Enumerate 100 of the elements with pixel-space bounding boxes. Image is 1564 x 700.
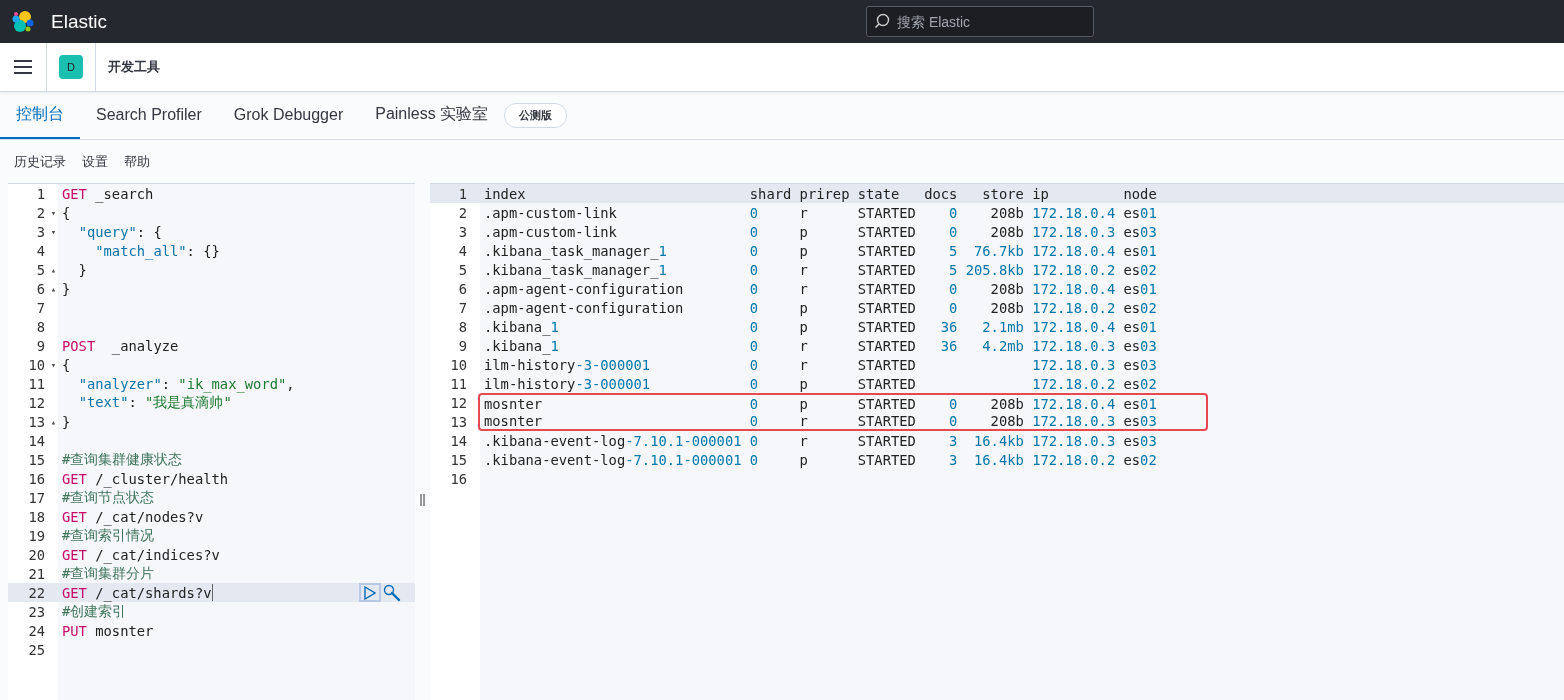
fold-marker[interactable]: ▴ [50,264,57,275]
code-line: "match_all": {} [94,242,220,259]
output-cell: STARTED [857,318,916,335]
line-number: 9 [36,337,45,354]
fold-marker[interactable]: ▾ [50,207,57,218]
output-cell: 3 [949,451,958,468]
output-cell: STARTED [857,242,916,259]
code-line: } [62,413,71,430]
output-cell: 172.18.0.3 [1032,432,1116,449]
code-line: #查询节点状态 [62,488,155,507]
line-number: 11 [28,375,45,392]
output-cell: 16.4kb [974,432,1024,449]
menu-link[interactable]: 设置 [76,152,114,171]
output-cell: mosnter [484,395,543,412]
output-cell: 172.18.0.4 [1032,280,1116,297]
output-cell: STARTED [857,299,916,316]
code-line: } [62,280,71,297]
line-number: 13 [28,413,45,430]
output-cell: es02 [1123,375,1157,392]
output-cell: 172.18.0.2 [1032,375,1116,392]
output-cell: r [799,412,808,429]
menu-link[interactable]: 帮助 [118,152,156,171]
output-cell: p [799,242,808,259]
output-cell: 0 [749,261,759,278]
output-cell: 0 [949,280,958,297]
fold-marker[interactable]: ▴ [50,416,57,427]
output-cell: 0 [749,280,759,297]
output-cell: 208b [990,223,1024,240]
line-number: 1 [458,185,467,202]
output-cell: p [799,299,808,316]
output-cell: mosnter [484,412,543,429]
line-number: 10 [28,356,45,373]
output-cell: 172.18.0.2 [1032,261,1116,278]
output-cell: index [484,185,526,202]
code-line: GET /_cat/nodes?v [62,508,204,525]
output-cell: STARTED [857,223,916,240]
output-cell: 208b [990,412,1024,429]
output-cell: 0 [749,356,759,373]
code-line: "analyzer": "ik_max_word", [77,375,295,392]
line-number: 11 [450,375,467,392]
output-cell: 172.18.0.2 [1032,299,1116,316]
output-cell: 16.4kb [974,451,1024,468]
output-cell: STARTED [857,432,916,449]
line-number: 16 [450,470,467,487]
output-cell: 0 [949,223,958,240]
output-cell: prirep [799,185,850,202]
search-icon [874,13,890,29]
output-cell: 172.18.0.3 [1032,337,1116,354]
resize-handle-icon[interactable] [420,493,425,506]
code-line: #查询集群健康状态 [62,450,183,469]
line-number: 14 [28,432,45,449]
line-number: 15 [28,451,45,468]
tab[interactable]: Painless 实验室 [359,92,505,139]
play-button[interactable] [359,583,381,602]
code-line: #查询集群分片 [62,564,155,583]
logo-icon[interactable] [11,9,35,34]
output-cell: 0 [749,432,759,449]
code-line: "text": "我是真滴帅" [77,393,232,412]
line-number: 3 [458,223,467,240]
fold-marker[interactable]: ▾ [50,359,57,370]
output-cell: 0 [749,375,759,392]
output-cell: 172.18.0.4 [1032,204,1116,221]
output-cell: 0 [949,412,958,429]
output-cell: 172.18.0.3 [1032,356,1116,373]
output-cell: r [799,280,808,297]
line-number: 15 [450,451,467,468]
output-cell: 172.18.0.4 [1032,395,1116,412]
output-cell: state [857,185,900,202]
tab[interactable]: Grok Debugger [217,92,360,139]
output-cell: ip [1032,185,1049,202]
output-cell: es03 [1123,337,1157,354]
fold-marker[interactable]: ▴ [50,283,57,294]
tab[interactable]: Search Profiler [80,92,218,139]
output-cell: 0 [749,451,759,468]
tab[interactable]: 控制台 [0,92,80,139]
line-number: 8 [36,318,45,335]
output-cell: .kibana-event-log-7.10.1-000001 [484,451,742,468]
code-line: GET _search [62,185,154,202]
line-number: 2 [458,204,467,221]
output-cell: 0 [949,299,958,316]
code-line: PUT mosnter [62,622,154,639]
line-number: 5 [36,261,45,278]
breadcrumb-title: 开发工具 [108,58,160,76]
output-cell: 208b [990,204,1024,221]
output-cell: p [799,223,808,240]
output-cell: es01 [1123,280,1157,297]
output-cell: p [799,318,808,335]
search-field[interactable]: 搜索 Elastic [866,6,1094,37]
menu-link[interactable]: 历史记录 [8,152,72,171]
output-cell: 0 [949,204,958,221]
output-cell: 208b [990,299,1024,316]
brand-name: Elastic [51,10,107,33]
fold-marker[interactable]: ▾ [50,226,57,237]
space-avatar[interactable]: D [59,55,83,79]
line-number: 22 [28,584,45,601]
output-cell: 0 [949,395,958,412]
request-editor[interactable] [8,183,415,700]
output-cell: STARTED [857,356,916,373]
output-cell: .kibana_1 [484,337,559,354]
output-cell: 0 [749,412,759,429]
